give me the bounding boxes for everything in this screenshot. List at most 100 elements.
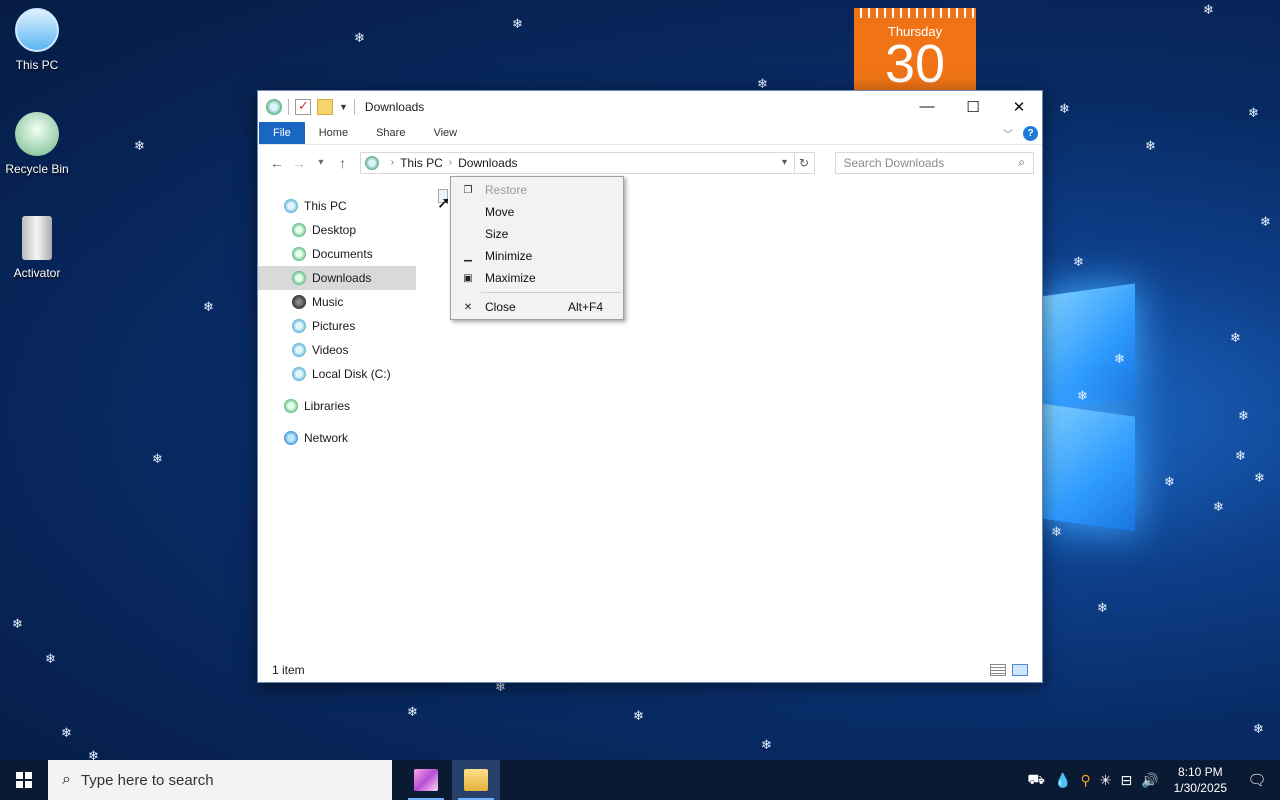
desktop-icon-this-pc[interactable]: This PC: [0, 8, 74, 72]
menu-item-label: Restore: [485, 183, 528, 197]
details-view-icon[interactable]: [990, 664, 1006, 676]
customize-toolbar-dropdown-icon[interactable]: ▼: [339, 102, 348, 112]
menu-item-label: Size: [485, 227, 509, 241]
tab-share[interactable]: Share: [362, 122, 419, 144]
help-icon[interactable]: ?: [1023, 125, 1038, 141]
forward-arrow-icon[interactable]: →: [288, 155, 310, 171]
sidebar-item-music[interactable]: Music: [258, 290, 416, 314]
sidebar-item-label: Videos: [312, 343, 349, 357]
calendar-gadget[interactable]: Thursday 30: [854, 8, 976, 90]
close-icon: ✕: [463, 301, 473, 313]
sidebar-item-label: Libraries: [304, 399, 351, 413]
address-bar[interactable]: › This PC › Downloads ▾: [359, 151, 795, 174]
sidebar-item-local-disk[interactable]: Local Disk (C:): [258, 362, 416, 386]
sidebar-item-this-pc[interactable]: This PC: [258, 194, 416, 218]
address-dropdown-icon[interactable]: ▾: [776, 157, 794, 168]
taskbar-app-file-explorer[interactable]: [452, 760, 500, 800]
computer-icon: [15, 8, 59, 52]
ribbon-tabs: File Home Share View ﹀ ?: [258, 122, 1042, 144]
windows-wallpaper-logo: [1040, 270, 1150, 540]
restore-icon: ❐: [463, 184, 473, 196]
file-explorer-window: ▼ Downloads — ☐ ✕ File Home Share View ﹀…: [257, 90, 1043, 683]
action-center-icon[interactable]: 🗨: [1242, 771, 1272, 789]
desktop-icon-recycle-bin[interactable]: Recycle Bin: [0, 112, 74, 176]
calendar-rings: [854, 8, 976, 18]
sidebar-item-videos[interactable]: Videos: [258, 338, 416, 362]
large-icons-view-icon[interactable]: [1012, 664, 1028, 676]
breadcrumb-separator-icon[interactable]: ›: [449, 157, 452, 168]
menu-item-minimize[interactable]: ▁ Minimize: [451, 245, 623, 267]
mouse-cursor-icon: ➚: [437, 195, 451, 212]
menu-item-move[interactable]: Move: [451, 201, 623, 223]
libraries-icon: [284, 399, 298, 413]
minimize-button[interactable]: —: [904, 92, 950, 122]
recent-locations-chevron-icon[interactable]: ▾: [310, 157, 332, 168]
system-tray: ⛟ 💧 ⚲ ✳ ⊟ 🔊 8:10 PM 1/30/2025 🗨: [1027, 764, 1280, 796]
tab-file[interactable]: File: [259, 122, 305, 144]
taskbar-clock[interactable]: 8:10 PM 1/30/2025: [1168, 764, 1233, 796]
sidebar-item-label: Desktop: [312, 223, 357, 237]
sidebar-item-downloads[interactable]: Downloads: [258, 266, 416, 290]
toolbar-separator: [353, 98, 355, 115]
volume-icon[interactable]: 🔊: [1141, 772, 1158, 789]
taskbar-app-photos[interactable]: [402, 760, 450, 800]
snowflake-app-icon[interactable]: ✳: [1100, 772, 1112, 789]
taskbar-search-box[interactable]: ⌕ Type here to search: [48, 760, 392, 800]
menu-item-close[interactable]: ✕ Close Alt+F4: [451, 296, 623, 318]
sidebar-item-pictures[interactable]: Pictures: [258, 314, 416, 338]
close-button[interactable]: ✕: [996, 92, 1042, 122]
taskbar-search-placeholder: Type here to search: [80, 771, 214, 789]
close-shortcut: Alt+F4: [567, 300, 603, 314]
sidebar-item-label: Downloads: [312, 271, 372, 285]
search-icon: ⌕: [1018, 155, 1025, 169]
menu-item-maximize[interactable]: ▣ Maximize: [451, 267, 623, 289]
toolbar-separator: [288, 98, 289, 115]
quick-access-toolbar: ▼: [266, 98, 355, 115]
window-menu-icon[interactable]: [266, 98, 282, 115]
pictures-folder-icon: [292, 319, 306, 333]
search-placeholder: Search Downloads: [843, 155, 945, 170]
activator-icon: [22, 216, 52, 260]
taskbar: ⌕ Type here to search ⛟ 💧 ⚲ ✳ ⊟ 🔊 8:10 P…: [0, 760, 1280, 800]
tab-view[interactable]: View: [419, 122, 471, 144]
breadcrumb-separator-icon[interactable]: ›: [391, 157, 394, 168]
start-button[interactable]: [0, 760, 48, 800]
videos-folder-icon: [292, 343, 306, 357]
up-arrow-icon[interactable]: ↑: [332, 155, 354, 171]
sidebar-item-network[interactable]: Network: [258, 426, 416, 450]
desktop-icon-label: This PC: [15, 58, 59, 72]
desktop-icon-activator[interactable]: Activator: [0, 216, 74, 280]
drop-icon[interactable]: 💧: [1054, 772, 1071, 789]
sidebar-item-label: Local Disk (C:): [312, 367, 391, 381]
refresh-icon[interactable]: ↻: [794, 151, 815, 174]
file-explorer-icon: [464, 769, 488, 791]
menu-item-label: Move: [485, 205, 515, 219]
desktop-folder-icon: [292, 223, 306, 237]
tab-home[interactable]: Home: [305, 122, 362, 144]
tray-app-icon[interactable]: ⛟: [1027, 771, 1045, 790]
sidebar-item-label: Pictures: [312, 319, 356, 333]
network-status-icon[interactable]: ⊟: [1120, 772, 1132, 789]
search-input[interactable]: Search Downloads ⌕: [834, 151, 1034, 174]
downloads-folder-icon: [292, 271, 306, 285]
sidebar-item-libraries[interactable]: Libraries: [258, 394, 416, 418]
breadcrumb-this-pc[interactable]: This PC: [400, 156, 443, 170]
window-system-menu: ❐ Restore Move Size ▁ Minimize ▣ Maximiz…: [450, 176, 624, 320]
breadcrumb-downloads[interactable]: Downloads: [458, 156, 517, 170]
menu-item-restore[interactable]: ❐ Restore: [451, 179, 623, 201]
menu-item-label: Close: [485, 300, 516, 314]
expand-ribbon-chevron-icon[interactable]: ﹀: [1003, 126, 1013, 141]
new-folder-icon[interactable]: [317, 98, 333, 115]
key-icon[interactable]: ⚲: [1080, 772, 1090, 789]
sidebar-item-desktop[interactable]: Desktop: [258, 218, 416, 242]
back-arrow-icon[interactable]: ←: [266, 155, 288, 171]
music-folder-icon: [292, 295, 306, 309]
title-bar[interactable]: ▼ Downloads — ☐ ✕: [258, 91, 1042, 122]
status-bar: 1 item: [258, 658, 1042, 682]
sidebar-item-documents[interactable]: Documents: [258, 242, 416, 266]
clock-date: 1/30/2025: [1173, 781, 1227, 795]
menu-item-size[interactable]: Size: [451, 223, 623, 245]
photos-app-icon: [414, 769, 438, 791]
properties-icon[interactable]: [295, 98, 311, 115]
maximize-button[interactable]: ☐: [950, 92, 996, 122]
